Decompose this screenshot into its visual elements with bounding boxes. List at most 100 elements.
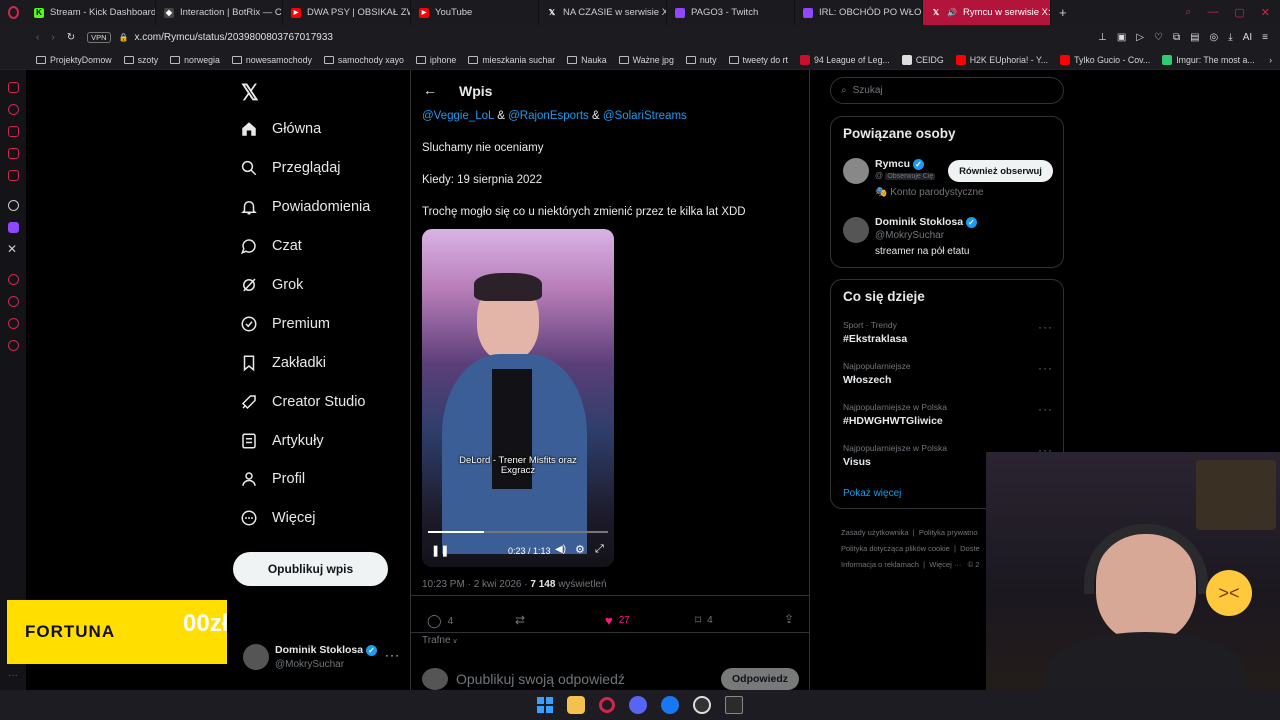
pause-icon[interactable]: ❚❚ (431, 544, 449, 557)
download-icon[interactable]: ⤓ (1228, 32, 1232, 43)
bookmark-folder[interactable]: Ważne jpg (613, 55, 680, 65)
tab-x-na-czasie[interactable]: 𝕏 NA CZASIE w serwisie X: (539, 0, 667, 25)
pin-icon[interactable]: ⊥ (1098, 32, 1107, 43)
player-icon[interactable] (8, 274, 19, 285)
bookmark-folder[interactable]: Nauka (561, 55, 612, 65)
nav-creator-studio[interactable]: Creator Studio (240, 393, 366, 411)
menu-icon[interactable]: ≡ (1262, 32, 1268, 43)
settings-icon[interactable]: ⚙ (575, 543, 585, 556)
messenger-icon[interactable] (661, 696, 679, 714)
post-button[interactable]: Opublikuj wpis (233, 552, 388, 586)
heart-icon[interactable]: ♡ (1154, 32, 1163, 43)
related-person[interactable]: Dominik Stoklosa ✓ @MokrySuchar streamer… (843, 216, 1055, 262)
bookmark-link[interactable]: CEIDG (896, 54, 950, 65)
footer-link[interactable]: Doste (960, 544, 980, 553)
url-field[interactable]: x.com/Rymcu/status/2039800803767017933 (134, 32, 332, 43)
search-input[interactable]: ⌕ Szukaj (830, 77, 1064, 104)
mention-link[interactable]: @Veggie_LoL (422, 110, 494, 122)
gmail-icon[interactable] (8, 170, 19, 181)
show-more-link[interactable]: Pokaż więcej (843, 488, 901, 499)
back-arrow-icon[interactable]: ← (423, 82, 437, 98)
nav-home[interactable]: Główna (240, 120, 321, 138)
follow-back-button[interactable]: Również obserwuj (948, 160, 1053, 182)
reply-button[interactable]: Odpowiedz (721, 668, 799, 690)
tab-youtube-dwa-psy[interactable]: ▶ DWA PSY | OBSIKAŁ ZWI (283, 0, 411, 25)
windows-start-icon[interactable] (537, 697, 553, 713)
bookmark-action[interactable]: ⌑ 4 (695, 613, 713, 627)
trend-more-icon[interactable]: ··· (1038, 320, 1053, 334)
trend-more-icon[interactable]: ··· (1038, 402, 1053, 416)
reply-action[interactable]: ◯ 4 (427, 613, 453, 629)
like-action[interactable]: ♥ 27 (605, 613, 630, 628)
terminal-icon[interactable] (725, 696, 743, 714)
search-tabs-icon[interactable]: ⌕ (1185, 6, 1191, 19)
whatsapp-icon[interactable] (8, 148, 19, 159)
account-switcher[interactable]: Dominik Stoklosa ✓ @MokrySuchar ··· (243, 640, 403, 676)
aria-ai-button[interactable]: AI (1243, 32, 1252, 43)
sort-dropdown[interactable]: Trafne ∨ (422, 635, 458, 646)
bookmark-folder[interactable]: szoty (118, 55, 165, 65)
opera-icon[interactable] (599, 697, 615, 713)
file-explorer-icon[interactable] (567, 696, 585, 714)
bookmark-folder[interactable]: nuty (680, 55, 723, 65)
reload-icon[interactable]: ↻ (67, 32, 75, 43)
history-icon[interactable] (8, 104, 19, 115)
maximize-icon[interactable]: ▢ (1234, 6, 1244, 19)
bookmark-link[interactable]: H2K EUphoria! - Y... (950, 54, 1054, 65)
video-player[interactable]: DeLord - Trener Misfits oraz Exgracz ❚❚ … (422, 229, 614, 567)
trend-item[interactable]: Sport · Trendy #Ekstraklasa ··· (843, 320, 1055, 350)
footer-link[interactable]: Więcej ··· (929, 560, 961, 569)
shopping-icon[interactable] (8, 126, 19, 137)
wallet-icon[interactable]: ▤ (1190, 32, 1199, 43)
x-logo-icon[interactable]: 𝕏 (241, 80, 259, 106)
share-icon[interactable]: ⇪ (784, 612, 794, 626)
footer-link[interactable]: Polityka dotycząca plików cookie (841, 544, 950, 553)
settings-icon[interactable] (8, 340, 19, 351)
video-progress-track[interactable] (428, 531, 608, 533)
more-icon[interactable]: ··· (8, 670, 18, 681)
footer-link[interactable]: Zasady użytkownika (841, 528, 909, 537)
tab-botrix[interactable]: ◆ Interaction | BotRix — Clo (156, 0, 283, 25)
fullscreen-icon[interactable]: ⤢ (595, 543, 604, 556)
mention-link[interactable]: @RajonEsports (508, 110, 589, 122)
more-bookmarks-icon[interactable]: › (1269, 55, 1280, 65)
nav-profile[interactable]: Profil (240, 470, 305, 488)
nav-explore[interactable]: Przeglądaj (240, 159, 341, 177)
obs-icon[interactable] (693, 696, 711, 714)
twitch-icon[interactable] (8, 222, 19, 233)
footer-link[interactable]: Informacja o reklamach (841, 560, 919, 569)
nav-grok[interactable]: Grok (240, 276, 303, 294)
footer-link[interactable]: Polityka prywatno (919, 528, 978, 537)
minimize-icon[interactable]: — (1207, 6, 1218, 19)
bookmark-folder[interactable]: norwegia (164, 55, 226, 65)
bookmark-folder[interactable]: iphone (410, 55, 462, 65)
chatgpt-icon[interactable] (8, 200, 19, 211)
bookmark-link[interactable]: Tylko Gucio - Cov... (1054, 54, 1156, 65)
bookmark-folder[interactable]: mieszkania suchar (462, 55, 561, 65)
new-tab-button[interactable]: + (1051, 5, 1075, 20)
bookmark-link[interactable]: 94 League of Leg... (794, 54, 896, 65)
x-icon[interactable]: ✕ (7, 242, 17, 256)
bookmark-folder[interactable]: samochody xayo (318, 55, 410, 65)
close-window-icon[interactable]: ✕ (1261, 6, 1270, 19)
trend-item[interactable]: Najpopularniejsze Włoszech ··· (843, 361, 1055, 391)
discord-icon[interactable] (629, 696, 647, 714)
tab-twitch-irl[interactable]: IRL: OBCHÓD PO WŁOSK (795, 0, 923, 25)
volume-icon[interactable]: ◀) (555, 544, 566, 555)
tab-kick-dashboard[interactable]: K Stream - Kick Dashboard (26, 0, 156, 25)
bookmark-folder[interactable]: nowesamochody (226, 55, 318, 65)
nav-articles[interactable]: Artykuły (240, 432, 324, 450)
vpn-badge[interactable]: VPN (87, 32, 111, 43)
mention-link[interactable]: @SolariStreams (603, 110, 687, 122)
account-menu-icon[interactable]: ··· (385, 648, 400, 662)
extensions-icon[interactable]: ⧉ (1173, 32, 1180, 43)
nav-notifications[interactable]: Powiadomienia (240, 198, 370, 216)
trend-item[interactable]: Najpopularniejsze w Polska #HDWGHWTGliwi… (843, 402, 1055, 432)
forward-icon[interactable]: › (51, 32, 54, 43)
clock-icon[interactable] (8, 296, 19, 307)
retweet-action[interactable]: ⇄ (515, 613, 525, 627)
reply-input[interactable]: Opublikuj swoją odpowiedź (456, 671, 625, 687)
player-icon[interactable]: ▷ (1136, 32, 1144, 43)
back-icon[interactable]: ‹ (36, 32, 39, 43)
bookmark-folder[interactable]: tweety do rt (723, 55, 794, 65)
